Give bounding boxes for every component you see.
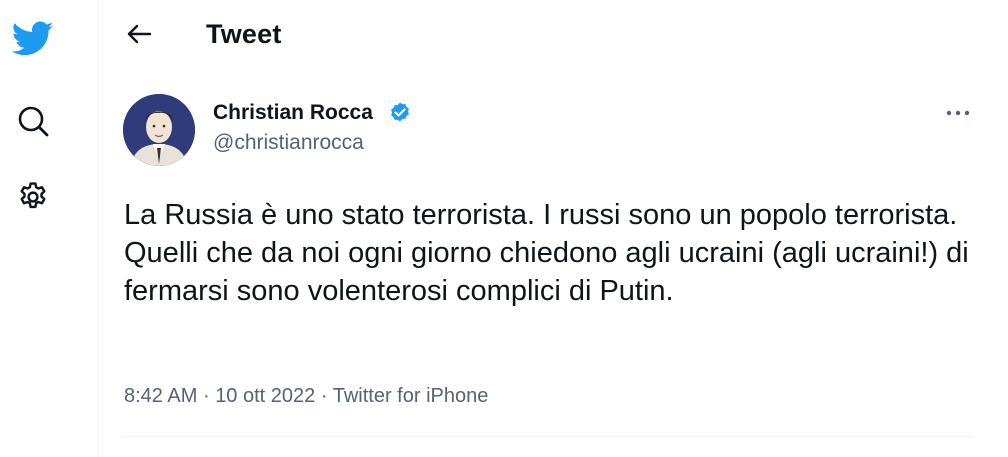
author-name[interactable]: Christian Rocca: [213, 101, 373, 125]
divider: [122, 436, 972, 437]
tweet-text: La Russia è uno stato terrorista. I russ…: [124, 199, 969, 307]
back-button[interactable]: [121, 16, 157, 52]
meta-separator: ·: [202, 385, 210, 407]
tweet-time[interactable]: 8:42 AM: [124, 385, 197, 407]
avatar[interactable]: [123, 94, 195, 166]
page-title: Tweet: [206, 19, 282, 49]
search-icon[interactable]: [8, 96, 58, 146]
more-options-button[interactable]: [940, 98, 976, 128]
sidebar: [0, 0, 99, 457]
more-dots-icon: [946, 110, 970, 116]
author-handle[interactable]: @christianrocca: [213, 131, 364, 155]
gear-icon[interactable]: [8, 172, 58, 222]
tweet-meta: 8:42 AM · 10 ott 2022 · Twitter for iPho…: [124, 385, 488, 408]
meta-separator: ·: [320, 385, 328, 407]
verified-badge-icon: [388, 101, 412, 125]
arrow-left-icon: [127, 24, 152, 44]
header: Tweet: [99, 0, 1008, 76]
tweet-source[interactable]: Twitter for iPhone: [333, 385, 489, 407]
tweet-date[interactable]: 10 ott 2022: [215, 385, 315, 407]
twitter-bird-icon[interactable]: [8, 14, 58, 64]
